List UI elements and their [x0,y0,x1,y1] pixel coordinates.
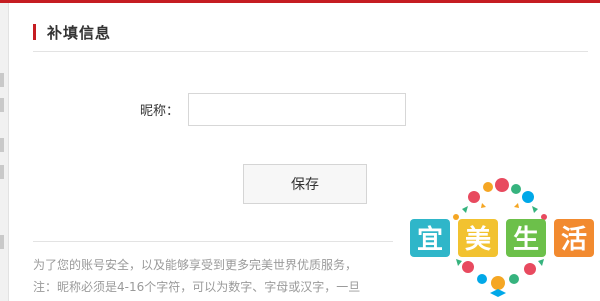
left-edge-panel [0,3,9,301]
left-edge-mark [0,138,4,152]
watermark-char-2: 美 [465,224,491,255]
left-edge-mark [0,73,4,87]
save-button[interactable]: 保存 [243,164,367,204]
section-title: 补填信息 [47,23,112,42]
left-edge-mark [0,98,4,112]
nickname-label: 昵称： [140,104,180,119]
left-edge-mark [0,165,4,179]
wreath-top [453,178,547,220]
wreath-bottom [456,259,544,297]
notes-divider [33,241,393,242]
header-divider [33,51,588,52]
account-security-note: 为了您的账号安全，以及能够享受到更多完美世界优质服务， [33,258,358,272]
left-edge-mark [0,235,4,249]
nickname-rule-note: 注：昵称必须是4-16个字符，可以为数字、字母或汉字，一旦 [33,280,361,294]
watermark-char-4: 活 [561,225,587,255]
watermark-tiles: 宜 美 生 活 [410,219,594,257]
watermark-char-1: 宜 [417,224,443,255]
section-accent-bar [33,24,36,40]
watermark-logo: 宜 美 生 活 [410,178,594,297]
nickname-input[interactable] [188,93,406,126]
section-header: 补填信息 [33,22,111,42]
watermark-char-3: 生 [513,225,539,255]
